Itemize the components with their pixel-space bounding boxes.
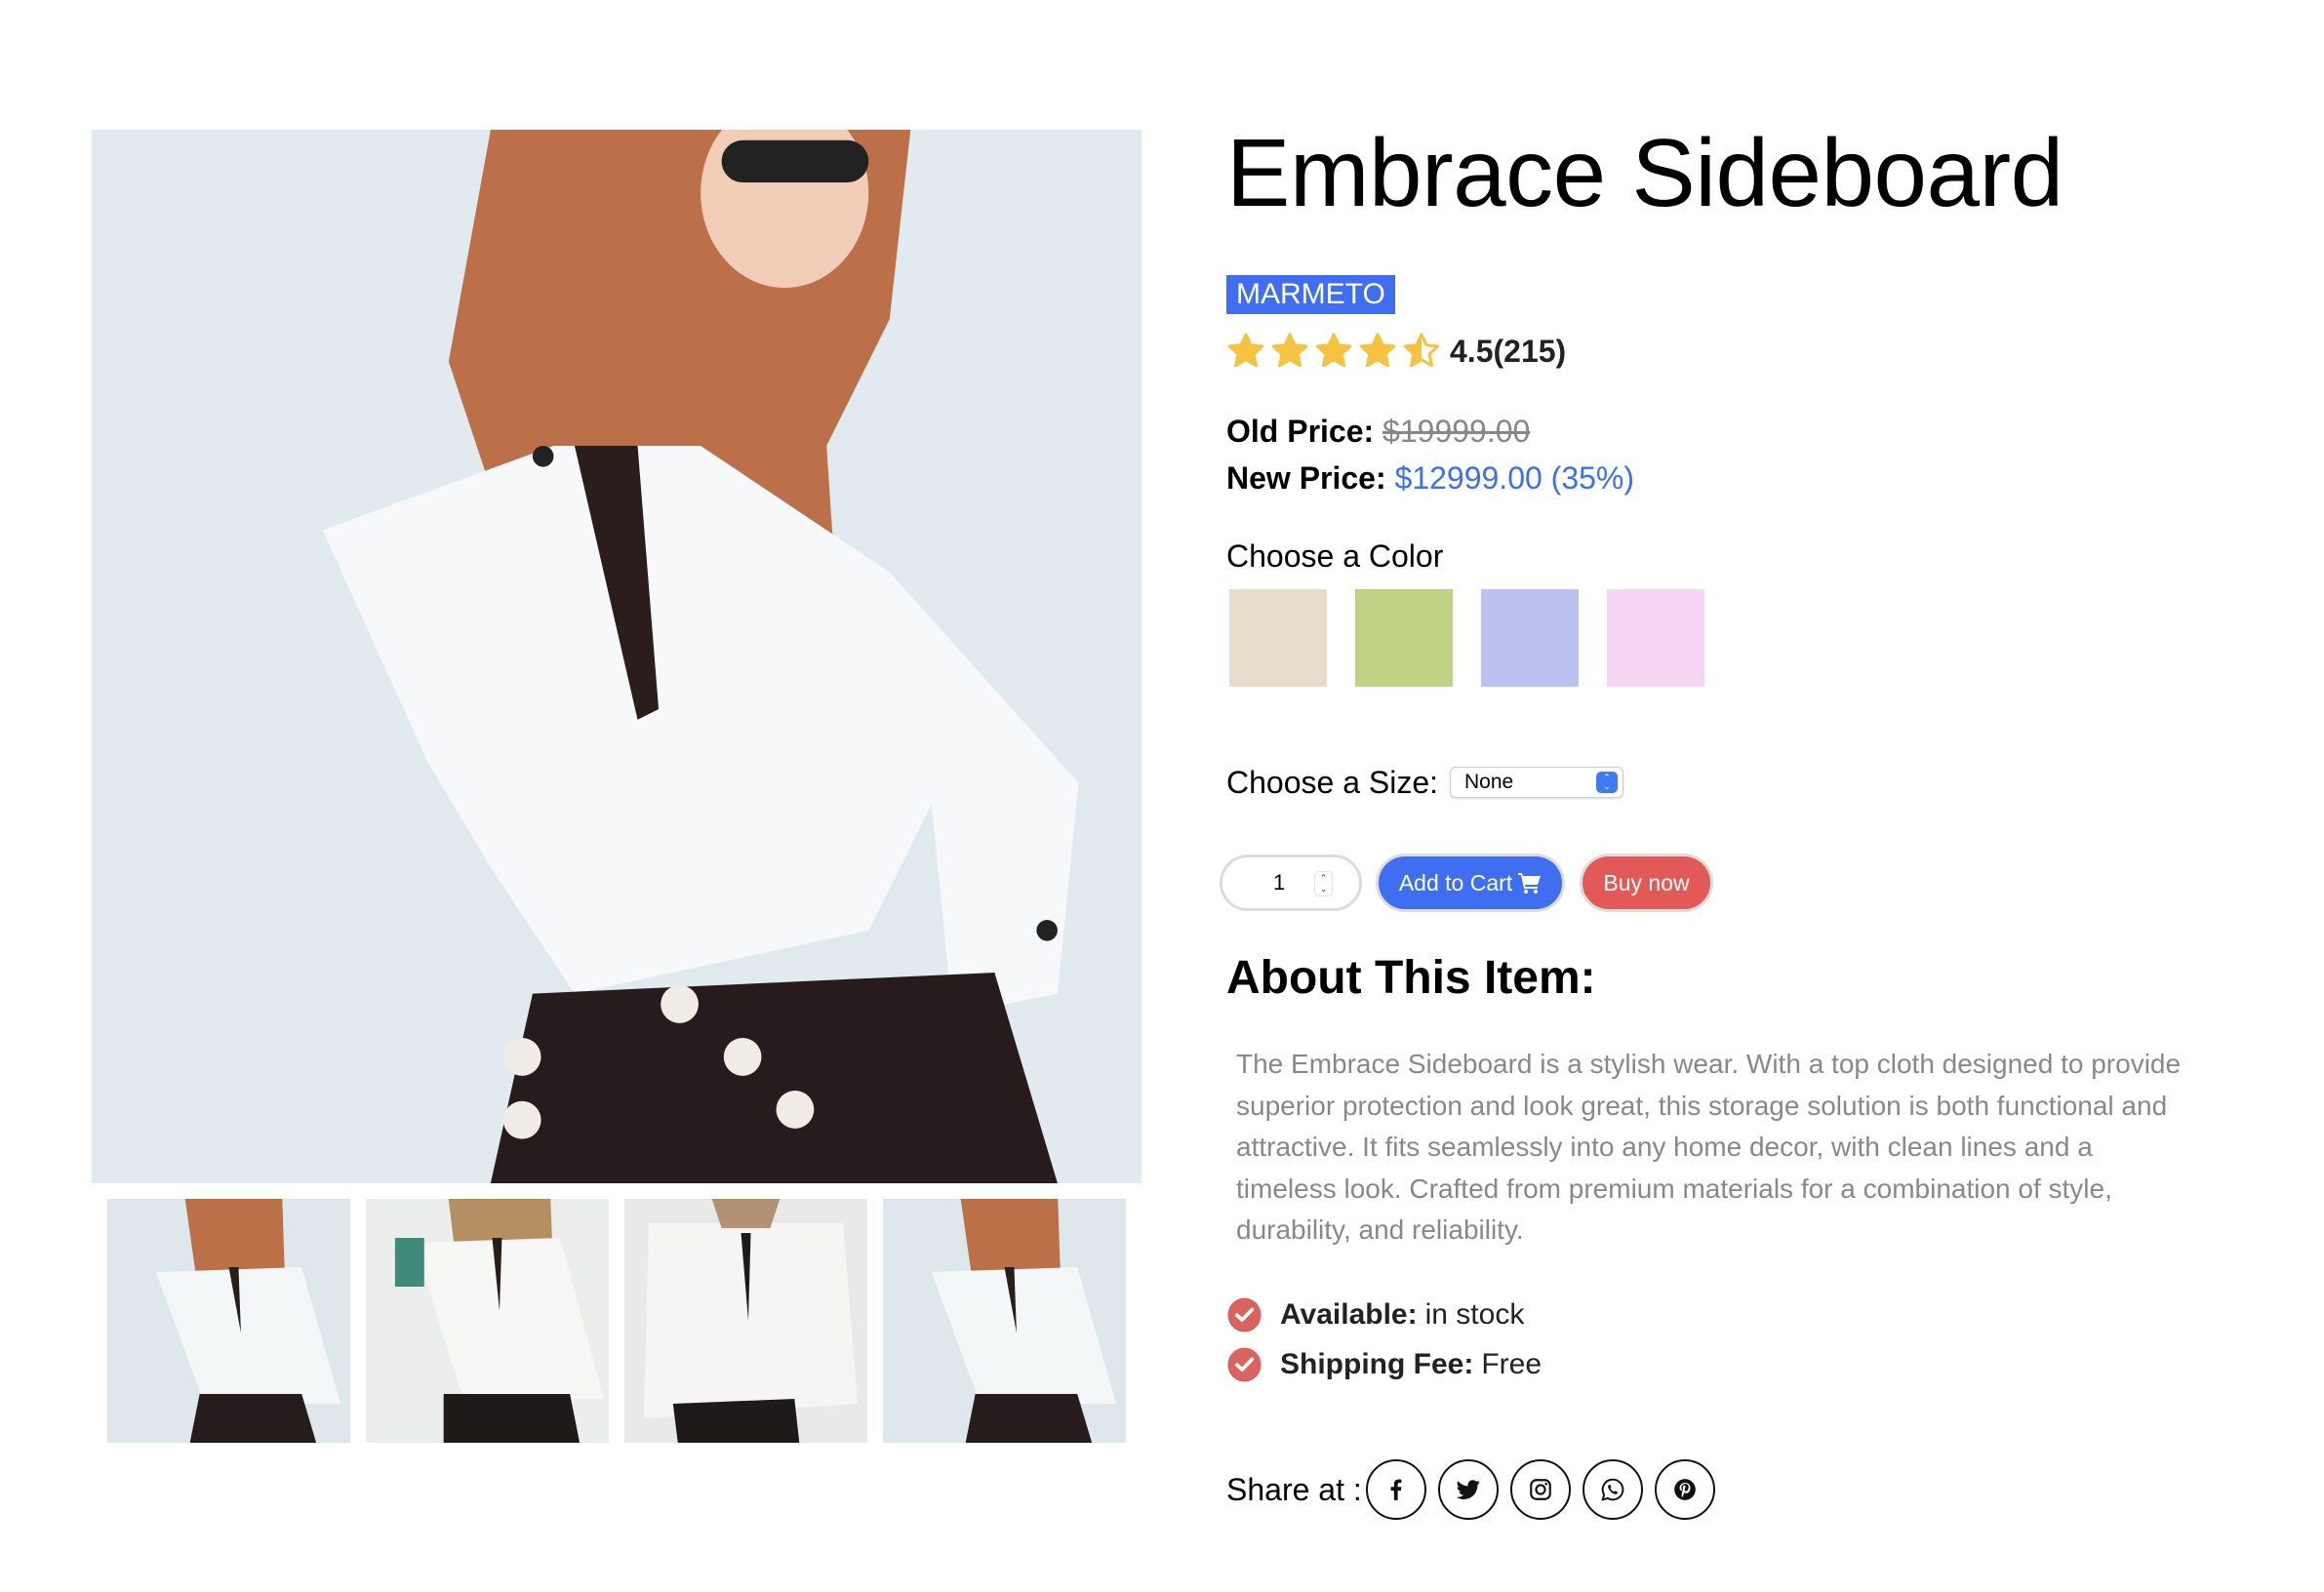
rating: 4.5(215): [1226, 332, 1566, 371]
brand-badge: MARMETO: [1226, 275, 1395, 314]
thumbnail-photo: [624, 1199, 867, 1443]
star-rating: [1226, 332, 1446, 371]
about-heading: About This Item:: [1226, 952, 1596, 1004]
color-swatch-4[interactable]: [1607, 589, 1704, 687]
whatsapp-icon: [1601, 1478, 1624, 1501]
color-swatches: [1229, 589, 1704, 687]
star-full-icon: [1315, 333, 1352, 368]
star-full-icon: [1271, 333, 1308, 368]
share-label: Share at :: [1226, 1471, 1362, 1507]
size-row: Choose a Size: None ⌃ ⌄: [1226, 763, 1624, 802]
rating-text: 4.5(215): [1450, 333, 1567, 369]
instagram-icon: [1529, 1479, 1551, 1500]
thumbnail-photo: [883, 1199, 1126, 1443]
buy-now-button[interactable]: Buy now: [1580, 854, 1713, 912]
pinterest-icon: [1673, 1479, 1696, 1500]
quantity-stepper[interactable]: 1 ⌃ ⌄: [1220, 855, 1362, 911]
feature-label: Shipping Fee:: [1280, 1347, 1474, 1380]
thumbnail-4[interactable]: [883, 1199, 1126, 1443]
size-select[interactable]: None ⌃ ⌄: [1450, 767, 1624, 798]
model-photo: [92, 130, 1142, 1183]
feature-label: Available:: [1280, 1297, 1418, 1331]
thumbnail-3[interactable]: [624, 1199, 867, 1443]
feature-item: Available: in stock: [1226, 1290, 1542, 1339]
star-half-icon: [1403, 333, 1440, 368]
share-pinterest-button[interactable]: [1654, 1459, 1715, 1520]
cart-icon: [1518, 873, 1542, 894]
size-selected-value: None: [1464, 771, 1514, 793]
thumbnail-1[interactable]: [107, 1199, 350, 1443]
select-updown-icon: ⌃ ⌄: [1596, 772, 1619, 793]
old-price-row: Old Price: $19999.00: [1226, 412, 1530, 451]
feature-item: Shipping Fee: Free: [1226, 1339, 1542, 1389]
product-title: Embrace Sideboard: [1226, 119, 2064, 226]
share-whatsapp-button[interactable]: [1582, 1459, 1643, 1520]
add-to-cart-button[interactable]: Add to Cart: [1376, 854, 1565, 912]
new-price-label: New Price:: [1226, 460, 1386, 496]
star-full-icon: [1359, 333, 1396, 368]
new-price-row: New Price: $12999.00 (35%): [1226, 458, 1634, 498]
buy-now-label: Buy now: [1603, 869, 1690, 896]
add-to-cart-label: Add to Cart: [1398, 869, 1513, 896]
feature-list: Available: in stock Shipping Fee: Free: [1226, 1290, 1542, 1389]
thumbnail-photo: [107, 1199, 350, 1443]
feature-value: Free: [1481, 1347, 1543, 1380]
color-swatch-1[interactable]: [1229, 589, 1327, 687]
color-swatch-2[interactable]: [1355, 589, 1453, 687]
old-price-value: $19999.00: [1382, 414, 1531, 449]
share-instagram-button[interactable]: [1509, 1459, 1571, 1520]
check-circle-icon: [1227, 1347, 1262, 1382]
main-product-image: [92, 130, 1142, 1183]
feature-value: in stock: [1424, 1297, 1525, 1331]
share-facebook-button[interactable]: [1365, 1459, 1426, 1520]
thumbnail-strip: [107, 1199, 1126, 1443]
share-twitter-button[interactable]: [1437, 1459, 1499, 1520]
star-full-icon: [1227, 333, 1264, 368]
thumbnail-2[interactable]: [366, 1199, 609, 1443]
quantity-spin-icon[interactable]: ⌃ ⌄: [1314, 871, 1333, 896]
check-circle-icon: [1227, 1297, 1262, 1333]
facebook-icon: [1390, 1479, 1402, 1500]
size-label: Choose a Size:: [1226, 765, 1439, 800]
about-description: The Embrace Sideboard is a stylish wear.…: [1236, 1049, 2182, 1245]
old-price-label: Old Price:: [1226, 414, 1375, 449]
color-swatch-3[interactable]: [1481, 589, 1579, 687]
share-row: Share at :: [1226, 1459, 1727, 1520]
purchase-actions: 1 ⌃ ⌄ Add to Cart Buy now: [1220, 854, 1713, 912]
color-label: Choose a Color: [1226, 538, 1444, 574]
twitter-icon: [1456, 1480, 1480, 1499]
quantity-value[interactable]: 1: [1273, 870, 1285, 896]
thumbnail-photo: [366, 1199, 609, 1443]
new-price-value: $12999.00 (35%): [1394, 460, 1635, 496]
